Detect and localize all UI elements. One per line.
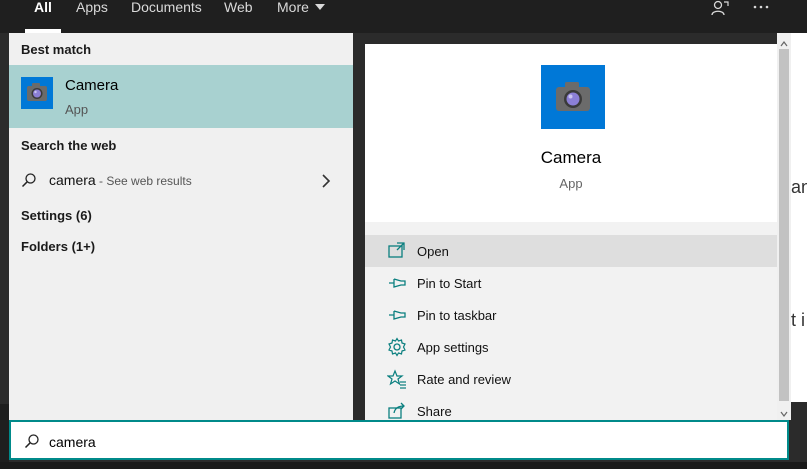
tab-documents[interactable]: Documents [131, 0, 202, 20]
chevron-right-icon[interactable] [321, 173, 331, 194]
settings-category[interactable]: Settings (6) [21, 208, 92, 223]
web-query: camera [49, 172, 96, 188]
taskbar [0, 462, 807, 469]
background-window: an t i [791, 33, 807, 402]
pin-to-start-action[interactable]: Pin to Start [365, 267, 777, 299]
tab-label: Apps [76, 0, 108, 15]
detail-app-subtitle: App [559, 176, 583, 191]
action-label: Share [417, 404, 452, 419]
tab-label: More [277, 0, 309, 15]
best-match-heading: Best match [21, 42, 92, 57]
action-label: Rate and review [417, 372, 511, 387]
web-hint: - See web results [95, 174, 192, 188]
web-query-text: camera - See web results [49, 172, 192, 188]
search-web-heading: Search the web [21, 138, 117, 153]
detail-app-title: Camera [540, 148, 602, 167]
app-settings-action[interactable]: App settings [365, 331, 777, 363]
share-icon [387, 401, 407, 421]
search-icon [21, 172, 37, 193]
best-match-title: Camera [65, 77, 119, 94]
action-label: App settings [417, 340, 489, 355]
desktop-edge [0, 404, 9, 462]
scroll-down-icon[interactable] [779, 406, 789, 417]
tab-more[interactable]: More [277, 0, 325, 20]
action-label: Pin to Start [417, 276, 482, 291]
camera-icon [21, 77, 53, 109]
background-text: an [791, 177, 807, 197]
caret-down-icon [314, 4, 325, 10]
camera-icon [541, 65, 605, 129]
pin-icon [387, 273, 407, 293]
scrollbar[interactable] [777, 33, 791, 420]
folders-category[interactable]: Folders (1+) [21, 239, 95, 254]
ellipsis-icon[interactable] [752, 0, 770, 16]
search-input[interactable]: camera [49, 434, 96, 450]
app-preview: Camera App [365, 44, 777, 222]
web-search-result[interactable]: camera - See web results [9, 167, 353, 193]
open-icon [387, 241, 407, 261]
tab-web[interactable]: Web [224, 0, 253, 20]
search-box[interactable]: camera [9, 420, 789, 460]
tab-all[interactable]: All [25, 0, 61, 33]
feedback-icon[interactable] [710, 0, 730, 19]
star-icon [386, 369, 407, 389]
action-label: Open [417, 244, 449, 259]
tab-label: All [34, 0, 52, 15]
rate-and-review-action[interactable]: Rate and review [365, 363, 777, 395]
best-match-subtitle: App [65, 102, 89, 117]
scroll-up-icon[interactable] [779, 36, 789, 47]
gear-icon [387, 337, 407, 357]
scrollbar-thumb[interactable] [779, 49, 789, 401]
action-label: Pin to taskbar [417, 308, 497, 323]
open-action[interactable]: Open [365, 235, 777, 267]
tab-apps[interactable]: Apps [76, 0, 108, 20]
tab-label: Documents [131, 0, 202, 15]
pin-icon [387, 305, 407, 325]
search-filter-bar: All Apps Documents Web More [0, 0, 807, 33]
search-icon [24, 433, 40, 454]
pin-to-taskbar-action[interactable]: Pin to taskbar [365, 299, 777, 331]
background-text: t i [791, 310, 806, 330]
tab-label: Web [224, 0, 253, 15]
detail-pane: Camera App Open Pin to Start Pin to task… [365, 44, 777, 420]
results-pane: Best match Camera App Search the web cam… [9, 33, 353, 420]
best-match-item[interactable]: Camera App [9, 65, 353, 128]
